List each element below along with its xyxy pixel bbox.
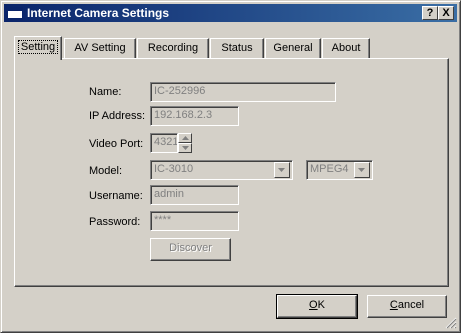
tab-label: Status — [221, 42, 253, 54]
spin-up-button[interactable] — [178, 133, 192, 143]
close-button[interactable]: X — [438, 6, 454, 20]
model-label: Model: — [89, 165, 123, 177]
video-port-field[interactable]: 4321 — [150, 133, 178, 153]
codec-select[interactable]: MPEG4 — [306, 160, 373, 180]
title-bar[interactable]: Internet Camera Settings ? X — [4, 4, 457, 22]
codec-value: MPEG4 — [310, 163, 349, 175]
tab-about[interactable]: About — [322, 38, 370, 58]
dropdown-arrow-icon — [278, 168, 285, 172]
cancel-label-rest: ancel — [397, 299, 425, 311]
username-field[interactable]: admin — [150, 185, 239, 205]
settings-window: Internet Camera Settings ? X Setting AV … — [0, 0, 461, 333]
codec-dropdown-button[interactable] — [354, 162, 370, 178]
tab-label: Setting — [17, 40, 59, 54]
video-port-label: Video Port: — [89, 138, 144, 150]
ok-label-rest: K — [317, 299, 325, 311]
tab-label: General — [273, 42, 313, 54]
help-icon: ? — [426, 7, 434, 19]
close-icon: X — [442, 7, 450, 19]
name-label: Name: — [89, 86, 122, 98]
help-button[interactable]: ? — [422, 6, 438, 20]
model-value: IC-3010 — [154, 163, 194, 175]
dropdown-arrow-icon — [358, 168, 365, 172]
name-field[interactable]: IC-252996 — [150, 82, 336, 102]
tab-av-setting[interactable]: AV Setting — [64, 38, 136, 58]
password-label: Password: — [89, 216, 141, 228]
spin-down-icon — [182, 146, 189, 150]
tab-status[interactable]: Status — [210, 38, 264, 58]
model-dropdown-button[interactable] — [274, 162, 290, 178]
cancel-button[interactable]: Cancel — [367, 295, 447, 318]
tab-setting[interactable]: Setting — [14, 36, 62, 60]
discover-button[interactable]: Discover — [150, 238, 231, 261]
ok-mnemonic: O — [309, 299, 318, 311]
ok-button[interactable]: OK — [276, 294, 358, 319]
tab-label: AV Setting — [74, 42, 126, 54]
model-select[interactable]: IC-3010 — [150, 160, 293, 180]
ip-address-label: IP Address: — [89, 110, 146, 122]
size-grip-icon[interactable] — [445, 317, 457, 329]
spin-down-button[interactable] — [178, 143, 192, 153]
setting-panel: Name: IC-252996 IP Address: 192.168.2.3 … — [14, 58, 449, 287]
window-title: Internet Camera Settings — [27, 6, 170, 20]
ip-address-field[interactable]: 192.168.2.3 — [150, 106, 239, 126]
video-port-spinner — [178, 133, 192, 153]
spin-up-icon — [182, 136, 189, 140]
tab-label: Recording — [147, 42, 199, 54]
tab-recording[interactable]: Recording — [137, 38, 209, 58]
tab-label: About — [331, 42, 361, 54]
window-icon — [7, 7, 23, 19]
cancel-mnemonic: C — [389, 299, 398, 311]
username-label: Username: — [89, 190, 143, 202]
tab-general[interactable]: General — [265, 38, 321, 58]
password-field[interactable]: **** — [150, 211, 239, 231]
